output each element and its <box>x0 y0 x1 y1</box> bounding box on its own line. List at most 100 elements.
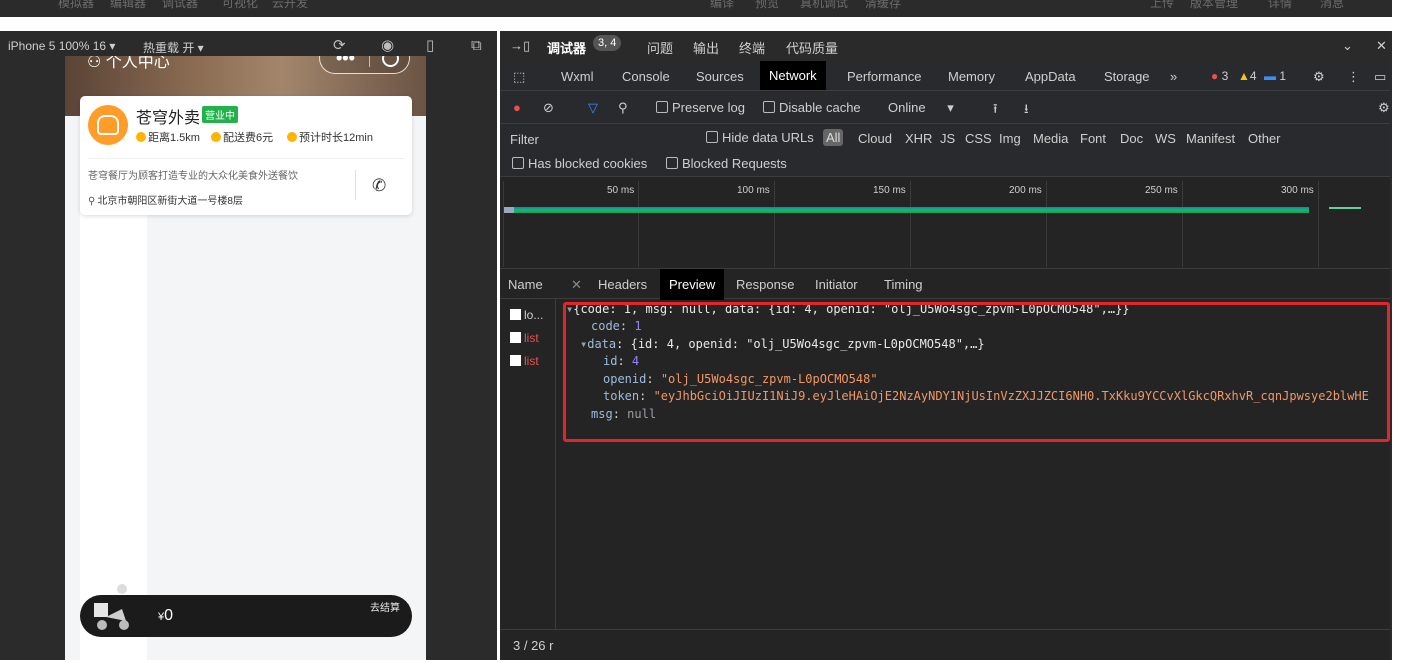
menu-upload[interactable]: 上传 <box>1150 0 1174 9</box>
warning-count[interactable]: ▲4 <box>1238 69 1257 83</box>
request-row[interactable]: lo... <box>510 308 543 322</box>
export-har-icon[interactable]: ⭳ <box>1024 100 1029 122</box>
type-filter-cloud[interactable]: Cloud <box>858 131 892 146</box>
type-filter-js[interactable]: JS <box>940 131 955 146</box>
tab-performance[interactable]: Performance <box>847 69 921 84</box>
type-filter-media[interactable]: Media <box>1033 131 1068 146</box>
tab-response[interactable]: Response <box>736 277 795 292</box>
menu-messages[interactable]: 消息 <box>1320 0 1344 9</box>
record-icon[interactable]: ◉ <box>381 38 394 53</box>
sidebar-toggle-icon[interactable]: →▯ <box>510 38 530 54</box>
json-data-row[interactable]: ▾data: {id: 4, openid: "olj_U5Wo4sgc_zpv… <box>580 336 985 354</box>
grid-line <box>1046 181 1047 267</box>
tab-network[interactable]: Network <box>760 61 826 90</box>
type-filter-doc[interactable]: Doc <box>1120 131 1143 146</box>
json-id-row: id: 4 <box>603 354 640 368</box>
blocked-requests-checkbox[interactable]: Blocked Requests <box>666 156 787 171</box>
tab-timing[interactable]: Timing <box>884 277 923 292</box>
has-blocked-cookies-checkbox[interactable]: Has blocked cookies <box>512 156 647 171</box>
menu-debugger[interactable]: 调试器 <box>162 0 198 9</box>
disable-cache-checkbox[interactable]: Disable cache <box>763 100 861 115</box>
network-controls: ● ⊘ ▽ ⚲ Preserve log Disable cache Onlin… <box>500 91 1392 124</box>
menu-compile[interactable]: 编译 <box>710 0 734 9</box>
tab-preview[interactable]: Preview <box>660 269 725 300</box>
more-tabs-icon[interactable]: » <box>1170 69 1177 84</box>
hot-reload-toggle[interactable]: 热重载 开 ▾ <box>143 39 204 56</box>
tab-console[interactable]: Console <box>622 69 670 84</box>
type-filter-font[interactable]: Font <box>1080 131 1106 146</box>
inspect-element-icon[interactable]: ⬚ <box>513 69 525 85</box>
tab-debugger[interactable]: 调试器 <box>547 38 586 57</box>
menu-visual[interactable]: 可视化 <box>222 0 258 9</box>
menu-clear-cache[interactable]: 清缓存 <box>865 0 901 9</box>
more-menu-icon[interactable]: ••• <box>336 56 355 67</box>
shop-address: ⚲ 北京市朝阳区新街大道一号楼8层 <box>88 196 243 207</box>
json-preview[interactable]: ▾{code: 1, msg: null, data: {id: 4, open… <box>566 301 1386 441</box>
hide-data-urls-checkbox[interactable]: Hide data URLs <box>706 130 814 145</box>
menu-preview[interactable]: 预览 <box>755 0 779 9</box>
delivery-fee-info: 配送费6元 <box>211 129 273 145</box>
cart-bar[interactable]: ¥0 去结算 <box>80 584 412 637</box>
json-root-row[interactable]: ▾{code: 1, msg: null, data: {id: 4, open… <box>566 301 1130 319</box>
menu-details[interactable]: 详情 <box>1268 0 1292 9</box>
type-filter-img[interactable]: Img <box>999 131 1021 146</box>
menu-simulator[interactable]: 模拟器 <box>58 0 94 9</box>
clear-icon[interactable]: ⊘ <box>543 100 554 116</box>
tab-storage[interactable]: Storage <box>1104 69 1150 84</box>
record-stop-icon[interactable]: ● <box>513 100 521 115</box>
document-icon <box>510 355 521 366</box>
throttle-select[interactable]: Online ▾ <box>888 100 954 116</box>
dock-icon[interactable]: ▭ <box>1374 69 1386 85</box>
network-settings-icon[interactable]: ⚙ <box>1378 100 1390 116</box>
refresh-icon[interactable]: ⟳ <box>333 38 346 53</box>
close-icon[interactable]: ✕ <box>1376 38 1387 54</box>
filter-input[interactable]: Filter <box>510 132 690 147</box>
tab-headers[interactable]: Headers <box>598 277 647 292</box>
tab-appdata[interactable]: AppData <box>1025 69 1076 84</box>
tab-issues[interactable]: 问题 <box>647 38 673 57</box>
checkout-button[interactable]: 去结算 <box>370 599 400 614</box>
shop-info-card: 苍穹外卖 营业中 距离1.5km 配送费6元 预计时长12min 苍穹餐厅为顾客… <box>80 96 412 215</box>
devtools-top-tabs: →▯ 调试器 3, 4 问题 输出 终端 代码质量 ⌄ ✕ <box>500 31 1392 61</box>
import-har-icon[interactable]: ⭱ <box>993 100 998 122</box>
menu-version[interactable]: 版本管理 <box>1190 0 1238 9</box>
tab-sources[interactable]: Sources <box>696 69 744 84</box>
tab-terminal[interactable]: 终端 <box>739 38 765 57</box>
tab-memory[interactable]: Memory <box>948 69 995 84</box>
settings-gear-icon[interactable]: ⚙ <box>1313 69 1325 85</box>
type-filter-xhr[interactable]: XHR <box>905 131 932 146</box>
tab-output[interactable]: 输出 <box>693 38 719 57</box>
search-icon[interactable]: ⚲ <box>618 100 628 116</box>
preserve-log-checkbox[interactable]: Preserve log <box>656 100 745 115</box>
menu-real-debug[interactable]: 真机调试 <box>800 0 848 9</box>
menu-cloud[interactable]: 云开发 <box>272 0 308 9</box>
tab-code-quality[interactable]: 代码质量 <box>786 38 838 57</box>
collapse-icon[interactable]: ⌄ <box>1342 38 1353 54</box>
close-detail-icon[interactable]: ✕ <box>571 277 582 293</box>
device-select[interactable]: iPhone 5 100% 16 ▾ <box>8 39 115 53</box>
phone-call-icon[interactable]: ✆ <box>372 176 386 196</box>
type-filter-other[interactable]: Other <box>1248 131 1281 146</box>
name-column-header[interactable]: Name <box>508 277 543 292</box>
tab-initiator[interactable]: Initiator <box>815 277 858 292</box>
error-count[interactable]: ● 3 <box>1211 69 1228 83</box>
menu-editor[interactable]: 编辑器 <box>110 0 146 9</box>
info-count[interactable]: ▬ 1 <box>1264 69 1286 83</box>
filter-icon[interactable]: ▽ <box>588 100 598 116</box>
detach-window-icon[interactable]: ⧉ <box>471 38 482 53</box>
request-row[interactable]: list <box>510 354 539 368</box>
type-filter-manifest[interactable]: Manifest <box>1186 131 1235 146</box>
mini-program-capsule: ••• <box>319 56 410 74</box>
close-miniprogram-icon[interactable] <box>382 56 399 67</box>
type-filter-ws[interactable]: WS <box>1155 131 1176 146</box>
type-filter-css[interactable]: CSS <box>965 131 992 146</box>
grid-line <box>638 181 639 267</box>
request-row[interactable]: list <box>510 331 539 345</box>
kebab-menu-icon[interactable]: ⋮ <box>1347 69 1360 85</box>
network-timeline[interactable]: 50 ms 100 ms 150 ms 200 ms 250 ms 300 ms <box>500 177 1392 269</box>
grid-line <box>774 181 775 267</box>
tab-wxml[interactable]: Wxml <box>561 69 594 84</box>
shop-name: 苍穹外卖 <box>136 110 201 127</box>
type-filter-all[interactable]: All <box>823 129 844 146</box>
phone-frame-icon[interactable]: ▯ <box>426 38 434 53</box>
